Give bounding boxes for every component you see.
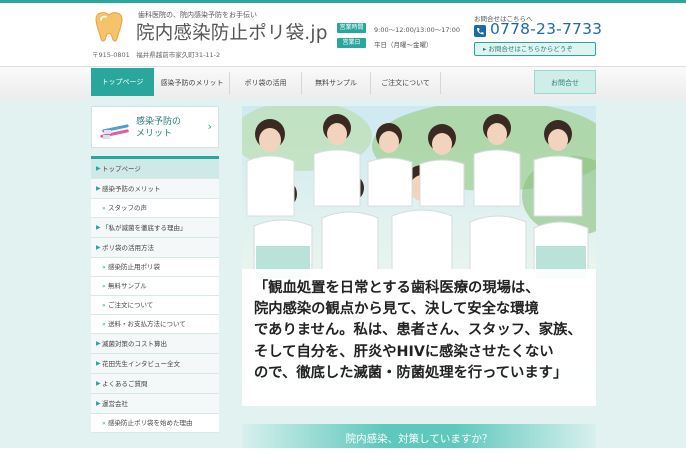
sidebar-menu: ▶ トップページ ▶ 感染予防のメリット » スタッフの声 ▶ 「私が滅菌を徹底する理由… [91, 156, 219, 433]
arrow-right-icon: ▶ [96, 340, 101, 347]
sidebar-item-cost[interactable]: ▶ 滅菌対策のコスト算出 [91, 334, 219, 354]
merit-banner-line2: メリット [136, 129, 173, 139]
contact-button-label: お問合せはこちらからどうぞ [488, 45, 573, 53]
nav-item-poly-bag[interactable]: ポリ袋の活用 [230, 67, 301, 99]
contact-button-arrow-icon: ▸ [483, 45, 487, 53]
sidebar-item-shipping[interactable]: » 送料・お支払方法について [91, 315, 219, 334]
hero-quote-line: 院内感染の観点から見て、決して安全な環境 [254, 301, 539, 318]
infection-question-banner[interactable]: 院内感染、対策していますか？ [242, 424, 596, 448]
main-nav: トップページ 感染予防のメリット ポリ袋の活用 無料サンプル ご注文について お… [0, 66, 686, 100]
hero-quote-line: 「観血処置を日常とする歯科医療の現場は、 [254, 280, 540, 296]
arrow-right-icon: ▶ [96, 244, 101, 251]
arrow-right-icon: ▶ [96, 400, 101, 407]
hero-quote-line: でありません。私は、患者さん、スタッフ、家族、 [254, 322, 582, 339]
nav-item-contact[interactable]: お問合せ [534, 70, 596, 94]
hero-quote-line: ので、徹底した滅菌・防菌処理を行っています」 [254, 364, 568, 381]
contact-button[interactable]: ▸ お問合せはこちらからどうぞ [474, 42, 596, 56]
nav-item-merit[interactable]: 感染予防のメリット [155, 67, 229, 99]
sidebar-item-label: 滅菌対策のコスト算出 [102, 340, 167, 348]
arrow-right-icon: » [102, 283, 106, 290]
nav-item-order-spacer [469, 67, 538, 99]
sidebar-item-label: 花田先生インタビュー全文 [102, 360, 180, 368]
sidebar-item-label: 感染予防のメリット [102, 185, 161, 193]
sidebar-item-label: 感染防止用ポリ袋 [108, 263, 160, 271]
sidebar-item-faq[interactable]: ▶ よくあるご質問 [91, 374, 219, 394]
sidebar-item-label: 運営会社 [102, 400, 128, 408]
toothbrush-icon [100, 124, 129, 139]
arrow-right-icon: » [102, 205, 106, 212]
sidebar-item-poly-bag[interactable]: » 感染防止用ポリ袋 [91, 258, 219, 277]
phone-icon [474, 25, 486, 37]
nav-item-order[interactable]: ご注文について [371, 67, 440, 99]
sidebar-item-merit[interactable]: ▶ 感染予防のメリット [91, 179, 219, 199]
site-title[interactable]: 院内感染防止ポリ袋.jp [136, 19, 328, 45]
hero-quote-line: そして自分を、肝炎やHIVに感染させたくない [254, 343, 554, 360]
hours-badge: 営業時間 [337, 23, 366, 33]
hours-text: 9:00～12:00/13:00～17:00 [374, 26, 460, 34]
chevron-right-icon: › [207, 120, 212, 133]
business-days-text: 平日（月曜～金曜） [374, 41, 433, 49]
sidebar-item-interview[interactable]: ▶ 花田先生インタビュー全文 [91, 354, 219, 374]
nav-divider [440, 72, 441, 94]
sidebar-item-label: 無料サンプル [108, 282, 147, 290]
arrow-right-icon: ▶ [96, 224, 101, 231]
arrow-right-icon: ▶ [96, 185, 101, 192]
merit-banner-line1: 感染予防の [136, 117, 182, 127]
company-address: 〒915-0801 福井県越前市家久町31-11-2 [92, 51, 221, 59]
phone-number[interactable]: 0778-23-7733 [490, 20, 602, 38]
tooth-logo-icon[interactable] [92, 11, 126, 43]
sidebar-item-why-started[interactable]: » 感染防止ポリ袋を始めた理由 [91, 414, 219, 433]
sidebar-item-label: 感染防止ポリ袋を始めた理由 [108, 419, 193, 427]
sidebar-item-free-sample[interactable]: » 無料サンプル [91, 277, 219, 296]
sidebar-item-label: ポリ袋の活用方法 [102, 244, 154, 252]
arrow-right-icon: » [102, 264, 106, 271]
sidebar-item-top[interactable]: ▶ トップページ [91, 159, 219, 179]
merit-banner-text: 感染予防の メリット [136, 116, 181, 140]
holiday-badge: 営業日 [337, 38, 366, 48]
hero-quote: 「観血処置を日常とする歯科医療の現場は、 院内感染の観点から見て、決して安全な環… [254, 278, 582, 384]
arrow-right-icon: » [102, 420, 106, 427]
nav-item-top[interactable]: トップページ [91, 68, 154, 96]
sidebar-item-label: よくあるご質問 [102, 380, 148, 388]
merit-banner[interactable]: 感染予防の メリット › [91, 106, 219, 148]
sidebar-item-sterilize-reason[interactable]: ▶ 「私が滅菌を徹底する理由」 [91, 218, 219, 238]
arrow-right-icon: ▶ [96, 165, 101, 172]
arrow-right-icon: » [102, 302, 106, 309]
nav-item-free-sample[interactable]: 無料サンプル [302, 67, 370, 99]
sidebar-item-label: 「私が滅菌を徹底する理由」 [102, 224, 187, 232]
arrow-right-icon: ▶ [96, 360, 101, 367]
sidebar-item-company[interactable]: ▶ 運営会社 [91, 394, 219, 414]
sidebar-item-poly-usage[interactable]: ▶ ポリ袋の活用方法 [91, 238, 219, 258]
hero-image: 「観血処置を日常とする歯科医療の現場は、 院内感染の観点から見て、決して安全な環… [242, 106, 596, 406]
sidebar-item-order[interactable]: » ご注文について [91, 296, 219, 315]
sidebar-item-label: トップページ [102, 165, 141, 173]
arrow-right-icon: » [102, 321, 106, 328]
sidebar-item-staff-voice[interactable]: » スタッフの声 [91, 199, 219, 218]
top-accent-line [0, 0, 686, 3]
arrow-right-icon: ▶ [96, 380, 101, 387]
sidebar-item-label: ご注文について [108, 301, 154, 309]
sidebar-item-label: スタッフの声 [108, 204, 147, 212]
sidebar-item-label: 送料・お支払方法について [108, 320, 186, 328]
